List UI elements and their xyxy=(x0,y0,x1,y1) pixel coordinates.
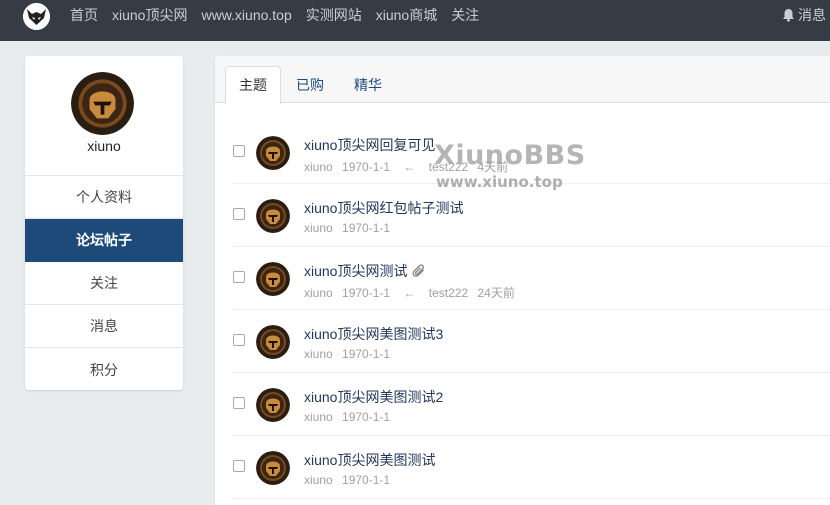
thread-title[interactable]: xiuno顶尖网美图测试3 xyxy=(304,324,443,344)
username: xiuno xyxy=(87,138,121,154)
thread-checkbox[interactable] xyxy=(233,208,245,220)
last-reply-time: 24天前 xyxy=(477,286,515,300)
tab-featured[interactable]: 精华 xyxy=(341,66,395,104)
thread-title[interactable]: xiuno顶尖网回复可见 xyxy=(304,135,435,155)
thread-meta: xiuno 1970-1-1 ← test222 4天前 xyxy=(304,158,514,175)
thread-row: xiuno顶尖网美图测试3 xiuno 1970-1-1 xyxy=(233,310,830,373)
thread-date: 1970-1-1 xyxy=(342,347,391,361)
thread-meta: xiuno 1970-1-1 xyxy=(304,347,396,361)
reply-arrow: ← xyxy=(403,160,416,174)
thread-checkbox[interactable] xyxy=(233,460,245,472)
thread-date: 1970-1-1 xyxy=(342,473,391,487)
sidebar-item-profile[interactable]: 个人资料 xyxy=(25,176,183,219)
thread-checkbox[interactable] xyxy=(233,271,245,283)
helmet-avatar-icon[interactable] xyxy=(256,262,290,296)
thread-author[interactable]: xiuno xyxy=(304,160,333,174)
thread-author[interactable]: xiuno xyxy=(304,473,333,487)
nav-link-shop[interactable]: xiuno商城 xyxy=(376,5,437,25)
helmet-avatar-icon[interactable] xyxy=(256,199,290,233)
tab-bar: 主题 已购 精华 xyxy=(215,56,830,104)
thread-meta: xiuno 1970-1-1 ← test222 24天前 xyxy=(304,284,521,301)
helmet-avatar-icon[interactable] xyxy=(256,325,290,359)
messages-link[interactable]: 消息 xyxy=(782,0,826,30)
thread-date: 1970-1-1 xyxy=(342,410,391,424)
tab-purchased[interactable]: 已购 xyxy=(283,66,337,104)
thread-author[interactable]: xiuno xyxy=(304,221,333,235)
thread-row: xiuno顶尖网美图测试2 xiuno 1970-1-1 xyxy=(233,373,830,436)
thread-row: xiuno顶尖网美图测试 xiuno 1970-1-1 xyxy=(233,436,830,499)
nav-link-home[interactable]: 首页 xyxy=(70,5,98,25)
thread-title[interactable]: xiuno顶尖网红包帖子测试 xyxy=(304,198,463,218)
reply-arrow: ← xyxy=(403,286,416,300)
thread-date: 1970-1-1 xyxy=(342,286,391,300)
helmet-avatar-icon[interactable] xyxy=(256,388,290,422)
user-sidebar: xiuno 个人资料 论坛帖子 关注 消息 积分 xyxy=(25,56,183,390)
thread-list-card: 主题 已购 精华 xiuno顶尖网回复可见 xiuno 1970-1-1 ← t… xyxy=(215,56,830,505)
nav-links: 首页 xiuno顶尖网 www.xiuno.top 实测网站 xiuno商城 关… xyxy=(70,0,493,30)
thread-row: xiuno顶尖网测试 xiuno 1970-1-1 ← test222 24天前 xyxy=(233,247,830,310)
wolf-logo-icon[interactable] xyxy=(23,3,50,30)
thread-checkbox[interactable] xyxy=(233,334,245,346)
paperclip-icon xyxy=(412,264,425,277)
thread-title[interactable]: xiuno顶尖网美图测试2 xyxy=(304,387,443,407)
last-reply-time: 4天前 xyxy=(477,160,509,174)
thread-checkbox[interactable] xyxy=(233,397,245,409)
helmet-avatar-icon[interactable] xyxy=(256,136,290,170)
last-reply-user[interactable]: test222 xyxy=(429,160,468,174)
thread-title[interactable]: xiuno顶尖网美图测试 xyxy=(304,450,435,470)
nav-link-site-url[interactable]: www.xiuno.top xyxy=(201,7,291,23)
sidebar-item-posts[interactable]: 论坛帖子 xyxy=(25,219,183,262)
last-reply-user[interactable]: test222 xyxy=(429,286,468,300)
nav-link-test-site[interactable]: 实测网站 xyxy=(306,5,362,25)
helmet-avatar-icon[interactable] xyxy=(256,451,290,485)
thread-author[interactable]: xiuno xyxy=(304,410,333,424)
thread-meta: xiuno 1970-1-1 xyxy=(304,221,396,235)
thread-meta: xiuno 1970-1-1 xyxy=(304,410,396,424)
thread-date: 1970-1-1 xyxy=(342,221,391,235)
sidebar-item-follow[interactable]: 关注 xyxy=(25,262,183,305)
profile-card: xiuno xyxy=(25,56,183,176)
tab-topics[interactable]: 主题 xyxy=(225,66,281,104)
thread-meta: xiuno 1970-1-1 xyxy=(304,473,396,487)
messages-label: 消息 xyxy=(798,7,826,23)
thread-title[interactable]: xiuno顶尖网测试 xyxy=(304,261,426,281)
top-navbar: 首页 xiuno顶尖网 www.xiuno.top 实测网站 xiuno商城 关… xyxy=(0,0,830,41)
thread-row: xiuno顶尖网回复可见 xiuno 1970-1-1 ← test222 4天… xyxy=(233,121,830,184)
sidebar-item-messages[interactable]: 消息 xyxy=(25,305,183,348)
thread-author[interactable]: xiuno xyxy=(304,347,333,361)
helmet-avatar-icon[interactable] xyxy=(71,72,134,135)
thread-checkbox[interactable] xyxy=(233,145,245,157)
sidebar-item-points[interactable]: 积分 xyxy=(25,348,183,390)
bell-icon xyxy=(783,9,794,22)
nav-link-xiuno-top[interactable]: xiuno顶尖网 xyxy=(112,5,187,25)
thread-row: xiuno顶尖网红包帖子测试 xiuno 1970-1-1 xyxy=(233,184,830,247)
thread-date: 1970-1-1 xyxy=(342,160,391,174)
nav-link-follow[interactable]: 关注 xyxy=(451,5,479,25)
thread-author[interactable]: xiuno xyxy=(304,286,333,300)
